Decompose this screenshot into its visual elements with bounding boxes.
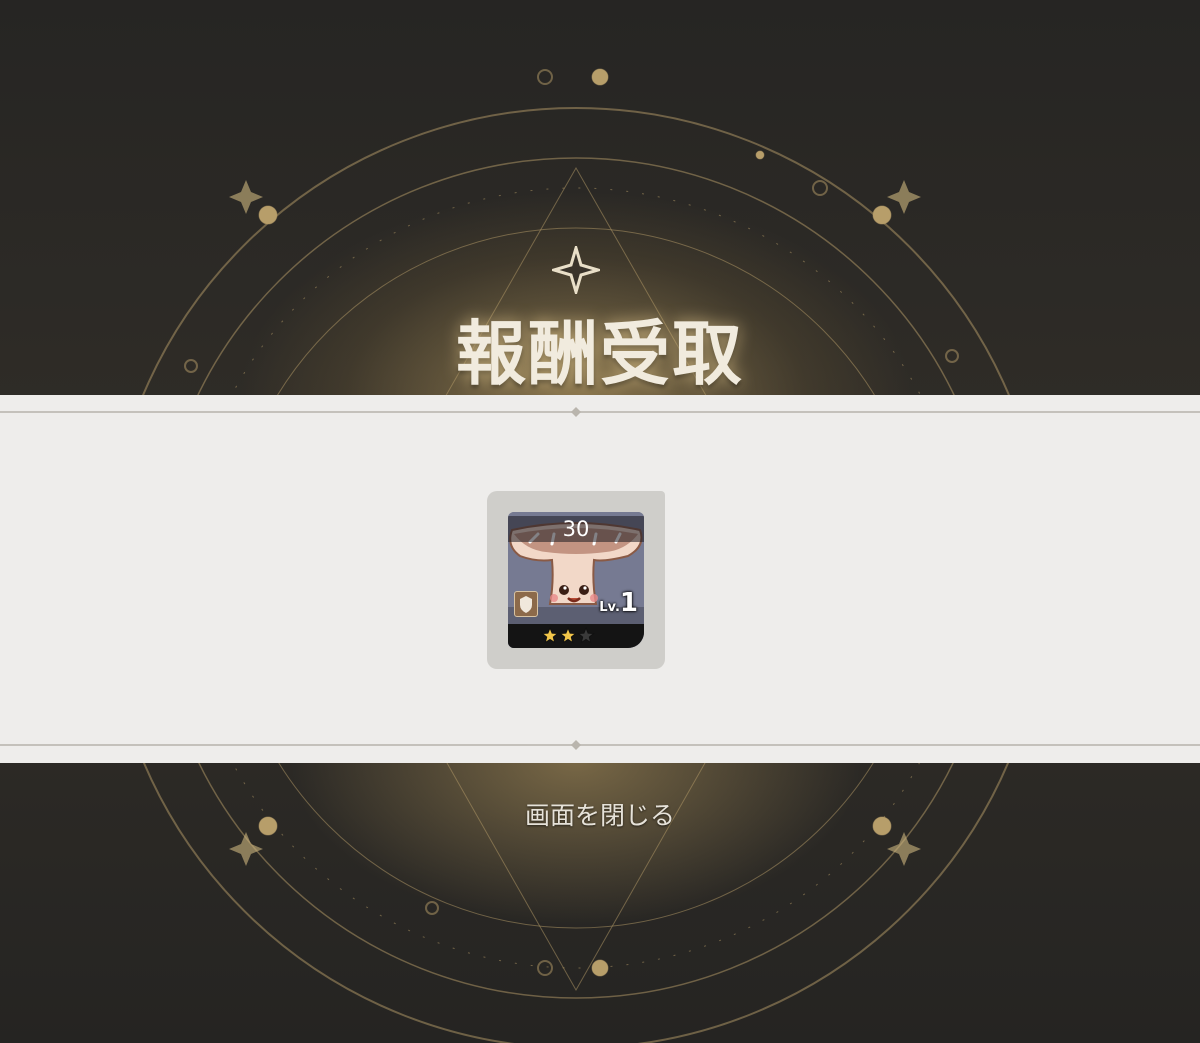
star-filled-icon	[541, 626, 559, 644]
star-rating	[508, 624, 644, 648]
diamond-icon	[571, 407, 581, 417]
level-value: 1	[619, 588, 638, 618]
divider-top	[0, 411, 1200, 413]
diamond-icon	[571, 740, 581, 750]
page-title: 報酬受取	[456, 313, 744, 395]
level-prefix: Lv.	[599, 600, 620, 615]
sparkle-icon	[552, 246, 600, 294]
shield-class-icon	[514, 591, 538, 617]
mushroom-character-portrait[interactable]: 30 Lv.1	[508, 512, 644, 648]
reward-card[interactable]: 30 Lv.1	[487, 491, 665, 669]
level-indicator: Lv.1	[599, 588, 638, 618]
star-filled-icon	[559, 626, 577, 644]
star-rating-icons	[541, 626, 595, 644]
item-count: 30	[508, 516, 644, 542]
reward-band: 30 Lv.1	[0, 395, 1200, 763]
star-empty-icon	[577, 626, 595, 644]
divider-bottom	[0, 744, 1200, 746]
close-screen-button[interactable]: 画面を閉じる	[0, 796, 1200, 832]
